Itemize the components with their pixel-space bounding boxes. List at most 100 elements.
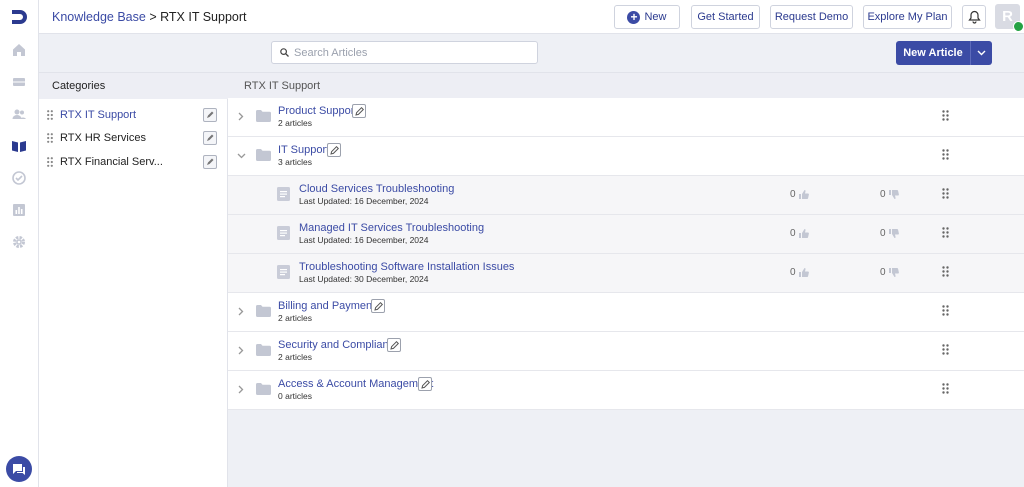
likes-count[interactable]: 0 xyxy=(790,189,809,200)
category-item-rtx-hr-services[interactable]: RTX HR Services xyxy=(39,128,228,150)
article-title-link[interactable]: Managed IT Services Troubleshooting xyxy=(299,222,484,234)
thumbs-down-icon xyxy=(888,268,899,277)
article-title-link[interactable]: Troubleshooting Software Installation Is… xyxy=(299,261,514,273)
user-avatar[interactable]: R xyxy=(995,4,1024,32)
chevron-right-icon[interactable] xyxy=(238,307,244,316)
likes-count[interactable]: 0 xyxy=(790,267,809,278)
tickets-icon[interactable] xyxy=(11,74,27,90)
category-label: RTX Financial Serv... xyxy=(60,156,163,168)
article-row-managed-it-services[interactable]: Managed IT Services Troubleshooting Last… xyxy=(228,215,1024,254)
home-icon[interactable] xyxy=(11,42,27,58)
section-row-security-and-compliance[interactable]: Security and Compliance 2 articles xyxy=(228,332,1024,371)
drag-handle-icon[interactable] xyxy=(942,344,949,355)
likes-value: 0 xyxy=(790,189,796,200)
article-row-software-installation[interactable]: Troubleshooting Software Installation Is… xyxy=(228,254,1024,293)
chat-support-button[interactable] xyxy=(6,456,32,482)
get-started-button[interactable]: Get Started xyxy=(691,5,760,29)
drag-handle-icon[interactable] xyxy=(942,227,949,238)
edit-section-button[interactable] xyxy=(418,377,432,391)
drag-handle-icon[interactable] xyxy=(942,266,949,277)
dislikes-count[interactable]: 0 xyxy=(880,228,899,239)
search-icon xyxy=(280,48,289,57)
edit-icon xyxy=(207,158,214,165)
section-list-header: RTX IT Support xyxy=(228,72,1024,98)
edit-section-button[interactable] xyxy=(371,299,385,313)
category-item-rtx-it-support[interactable]: RTX IT Support xyxy=(39,105,228,127)
categories-panel: Categories RTX IT Support RTX HR Service… xyxy=(39,72,228,487)
chat-bubble-icon xyxy=(13,464,25,475)
drag-handle-icon[interactable] xyxy=(942,188,949,199)
explore-my-plan-button[interactable]: Explore My Plan xyxy=(863,5,952,29)
article-count: 2 articles xyxy=(278,352,313,362)
dislikes-count[interactable]: 0 xyxy=(880,267,899,278)
section-title-link[interactable]: Billing and Payments xyxy=(278,300,381,312)
edit-section-button[interactable] xyxy=(352,104,366,118)
edit-category-button[interactable] xyxy=(203,155,217,169)
drag-handle-icon[interactable] xyxy=(47,157,53,167)
brand-logo-icon[interactable] xyxy=(9,7,29,27)
last-updated-text: Last Updated: 30 December, 2024 xyxy=(299,274,429,284)
new-button[interactable]: + New xyxy=(614,5,680,29)
dislikes-value: 0 xyxy=(880,267,886,278)
new-button-label: New xyxy=(644,11,667,23)
section-title-link[interactable]: Security and Compliance xyxy=(278,339,400,351)
section-title-link[interactable]: Access & Account Management xyxy=(278,378,433,390)
edit-section-button[interactable] xyxy=(327,143,341,157)
chevron-right-icon[interactable] xyxy=(238,346,244,355)
new-article-button[interactable]: New Article xyxy=(896,41,970,65)
article-row-cloud-services[interactable]: Cloud Services Troubleshooting Last Upda… xyxy=(228,176,1024,215)
drag-handle-icon[interactable] xyxy=(942,305,949,316)
pencil-icon xyxy=(355,107,364,116)
pencil-icon xyxy=(421,380,430,389)
plus-icon: + xyxy=(627,10,641,24)
section-title-link[interactable]: IT Support xyxy=(278,144,329,156)
reports-icon[interactable] xyxy=(11,202,27,218)
edit-section-button[interactable] xyxy=(387,338,401,352)
article-title-link[interactable]: Cloud Services Troubleshooting xyxy=(299,183,454,195)
drag-handle-icon[interactable] xyxy=(942,383,949,394)
drag-handle-icon[interactable] xyxy=(47,110,53,120)
knowledge-base-icon[interactable] xyxy=(11,138,27,154)
likes-value: 0 xyxy=(790,228,796,239)
avatar-initial: R xyxy=(1002,8,1013,25)
folder-icon xyxy=(256,305,271,317)
breadcrumb-root-link[interactable]: Knowledge Base xyxy=(52,10,146,24)
document-icon xyxy=(277,226,290,240)
request-demo-button[interactable]: Request Demo xyxy=(770,5,853,29)
section-row-product-support[interactable]: Product Support 2 articles xyxy=(228,98,1024,137)
category-label: RTX HR Services xyxy=(60,132,146,144)
section-row-it-support[interactable]: IT Support 3 articles xyxy=(228,137,1024,176)
search-box xyxy=(271,41,538,64)
edit-category-button[interactable] xyxy=(203,131,217,145)
dislikes-count[interactable]: 0 xyxy=(880,189,899,200)
chevron-down-icon xyxy=(977,50,986,56)
thumbs-up-icon xyxy=(798,268,809,277)
category-item-rtx-financial-services[interactable]: RTX Financial Serv... xyxy=(39,152,228,174)
drag-handle-icon[interactable] xyxy=(942,110,949,121)
edit-category-button[interactable] xyxy=(203,108,217,122)
article-count: 0 articles xyxy=(278,391,313,401)
breadcrumb: Knowledge Base > RTX IT Support xyxy=(52,10,247,24)
section-row-access-account-management[interactable]: Access & Account Management 0 articles xyxy=(228,371,1024,410)
edit-icon xyxy=(207,111,214,118)
chevron-right-icon[interactable] xyxy=(238,112,244,121)
likes-value: 0 xyxy=(790,267,796,278)
drag-handle-icon[interactable] xyxy=(942,149,949,160)
settings-gear-icon[interactable] xyxy=(11,234,27,250)
categories-header: Categories xyxy=(39,73,228,99)
chevron-right-icon[interactable] xyxy=(238,385,244,394)
drag-handle-icon[interactable] xyxy=(47,133,53,143)
section-title-link[interactable]: Product Support xyxy=(278,105,358,117)
folder-icon xyxy=(256,383,271,395)
breadcrumb-current: RTX IT Support xyxy=(160,10,247,24)
section-row-billing-and-payments[interactable]: Billing and Payments 2 articles xyxy=(228,293,1024,332)
search-input[interactable] xyxy=(294,45,532,61)
online-status-icon xyxy=(1013,21,1024,32)
new-article-dropdown-button[interactable] xyxy=(971,41,992,65)
contacts-icon[interactable] xyxy=(11,106,27,122)
tasks-icon[interactable] xyxy=(11,170,27,186)
thumbs-down-icon xyxy=(888,190,899,199)
chevron-down-icon[interactable] xyxy=(237,153,246,159)
likes-count[interactable]: 0 xyxy=(790,228,809,239)
notifications-button[interactable] xyxy=(962,5,986,29)
